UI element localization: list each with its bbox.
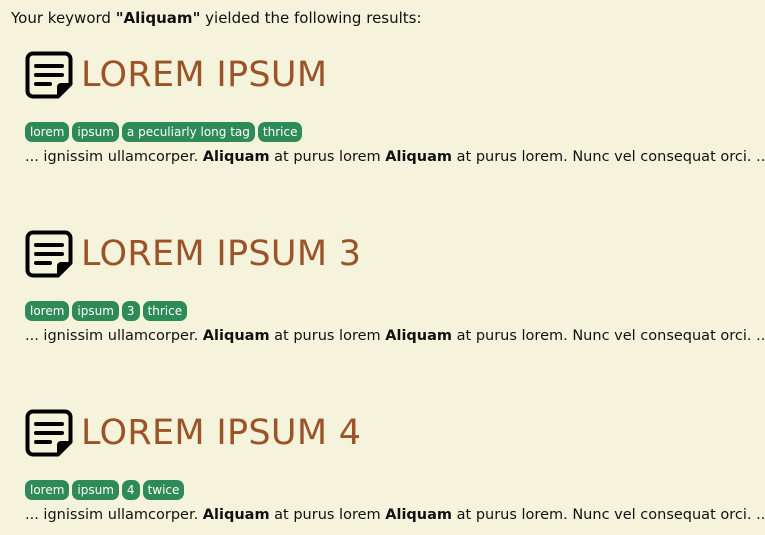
search-keyword: "Aliquam" bbox=[115, 9, 201, 27]
result-snippet: ... ignissim ullamcorper. Aliquam at pur… bbox=[25, 148, 765, 166]
tag[interactable]: thrice bbox=[142, 301, 188, 321]
snippet-match: Aliquam bbox=[385, 328, 453, 344]
summary-suffix: yielded the following results: bbox=[200, 9, 422, 27]
search-result: LOREM IPSUM lorem ipsum a peculiarly lon… bbox=[25, 50, 765, 165]
tag[interactable]: twice bbox=[142, 480, 185, 500]
tag[interactable]: thrice bbox=[257, 122, 303, 142]
snippet-text: ... ignissim ullamcorper. bbox=[25, 328, 203, 344]
tag[interactable]: a peculiarly long tag bbox=[121, 122, 255, 142]
search-summary: Your keyword "Aliquam" yielded the follo… bbox=[11, 8, 422, 28]
result-title-link[interactable]: LOREM IPSUM 3 bbox=[81, 232, 361, 276]
tag[interactable]: lorem bbox=[25, 301, 70, 321]
snippet-text: at purus lorem. Nunc vel consequat orci.… bbox=[452, 149, 765, 165]
snippet-text: at purus lorem bbox=[269, 507, 386, 523]
summary-prefix: Your keyword bbox=[11, 9, 116, 27]
search-result: LOREM IPSUM 4 lorem ipsum 4 twice ... ig… bbox=[25, 408, 765, 523]
snippet-match: Aliquam bbox=[385, 507, 453, 523]
tag[interactable]: lorem bbox=[25, 480, 70, 500]
tag[interactable]: lorem bbox=[25, 122, 70, 142]
snippet-text: ... ignissim ullamcorper. bbox=[25, 149, 203, 165]
tag[interactable]: ipsum bbox=[72, 122, 119, 142]
note-icon bbox=[25, 230, 73, 278]
tag-list: lorem ipsum 3 thrice bbox=[25, 301, 188, 321]
result-title-row[interactable]: LOREM IPSUM 4 bbox=[25, 408, 765, 458]
snippet-text: at purus lorem. Nunc vel consequat orci.… bbox=[452, 507, 765, 523]
search-result: LOREM IPSUM 3 lorem ipsum 3 thrice ... i… bbox=[25, 229, 765, 344]
result-title-row[interactable]: LOREM IPSUM bbox=[25, 50, 765, 100]
snippet-match: Aliquam bbox=[202, 328, 270, 344]
tag[interactable]: 3 bbox=[121, 301, 140, 321]
tag[interactable]: 4 bbox=[121, 480, 140, 500]
note-icon bbox=[25, 51, 73, 99]
snippet-match: Aliquam bbox=[202, 149, 270, 165]
note-icon bbox=[25, 409, 73, 457]
snippet-text: at purus lorem. Nunc vel consequat orci.… bbox=[452, 328, 765, 344]
result-title-link[interactable]: LOREM IPSUM bbox=[81, 53, 327, 97]
snippet-match: Aliquam bbox=[385, 149, 453, 165]
tag-list: lorem ipsum 4 twice bbox=[25, 480, 185, 500]
result-title-link[interactable]: LOREM IPSUM 4 bbox=[81, 411, 361, 455]
snippet-match: Aliquam bbox=[202, 507, 270, 523]
result-snippet: ... ignissim ullamcorper. Aliquam at pur… bbox=[25, 327, 765, 345]
snippet-text: at purus lorem bbox=[269, 149, 386, 165]
snippet-text: ... ignissim ullamcorper. bbox=[25, 507, 203, 523]
tag[interactable]: ipsum bbox=[72, 480, 119, 500]
snippet-text: at purus lorem bbox=[269, 328, 386, 344]
tag-list: lorem ipsum a peculiarly long tag thrice bbox=[25, 122, 303, 142]
result-title-row[interactable]: LOREM IPSUM 3 bbox=[25, 229, 765, 279]
tag[interactable]: ipsum bbox=[72, 301, 119, 321]
result-snippet: ... ignissim ullamcorper. Aliquam at pur… bbox=[25, 506, 765, 524]
